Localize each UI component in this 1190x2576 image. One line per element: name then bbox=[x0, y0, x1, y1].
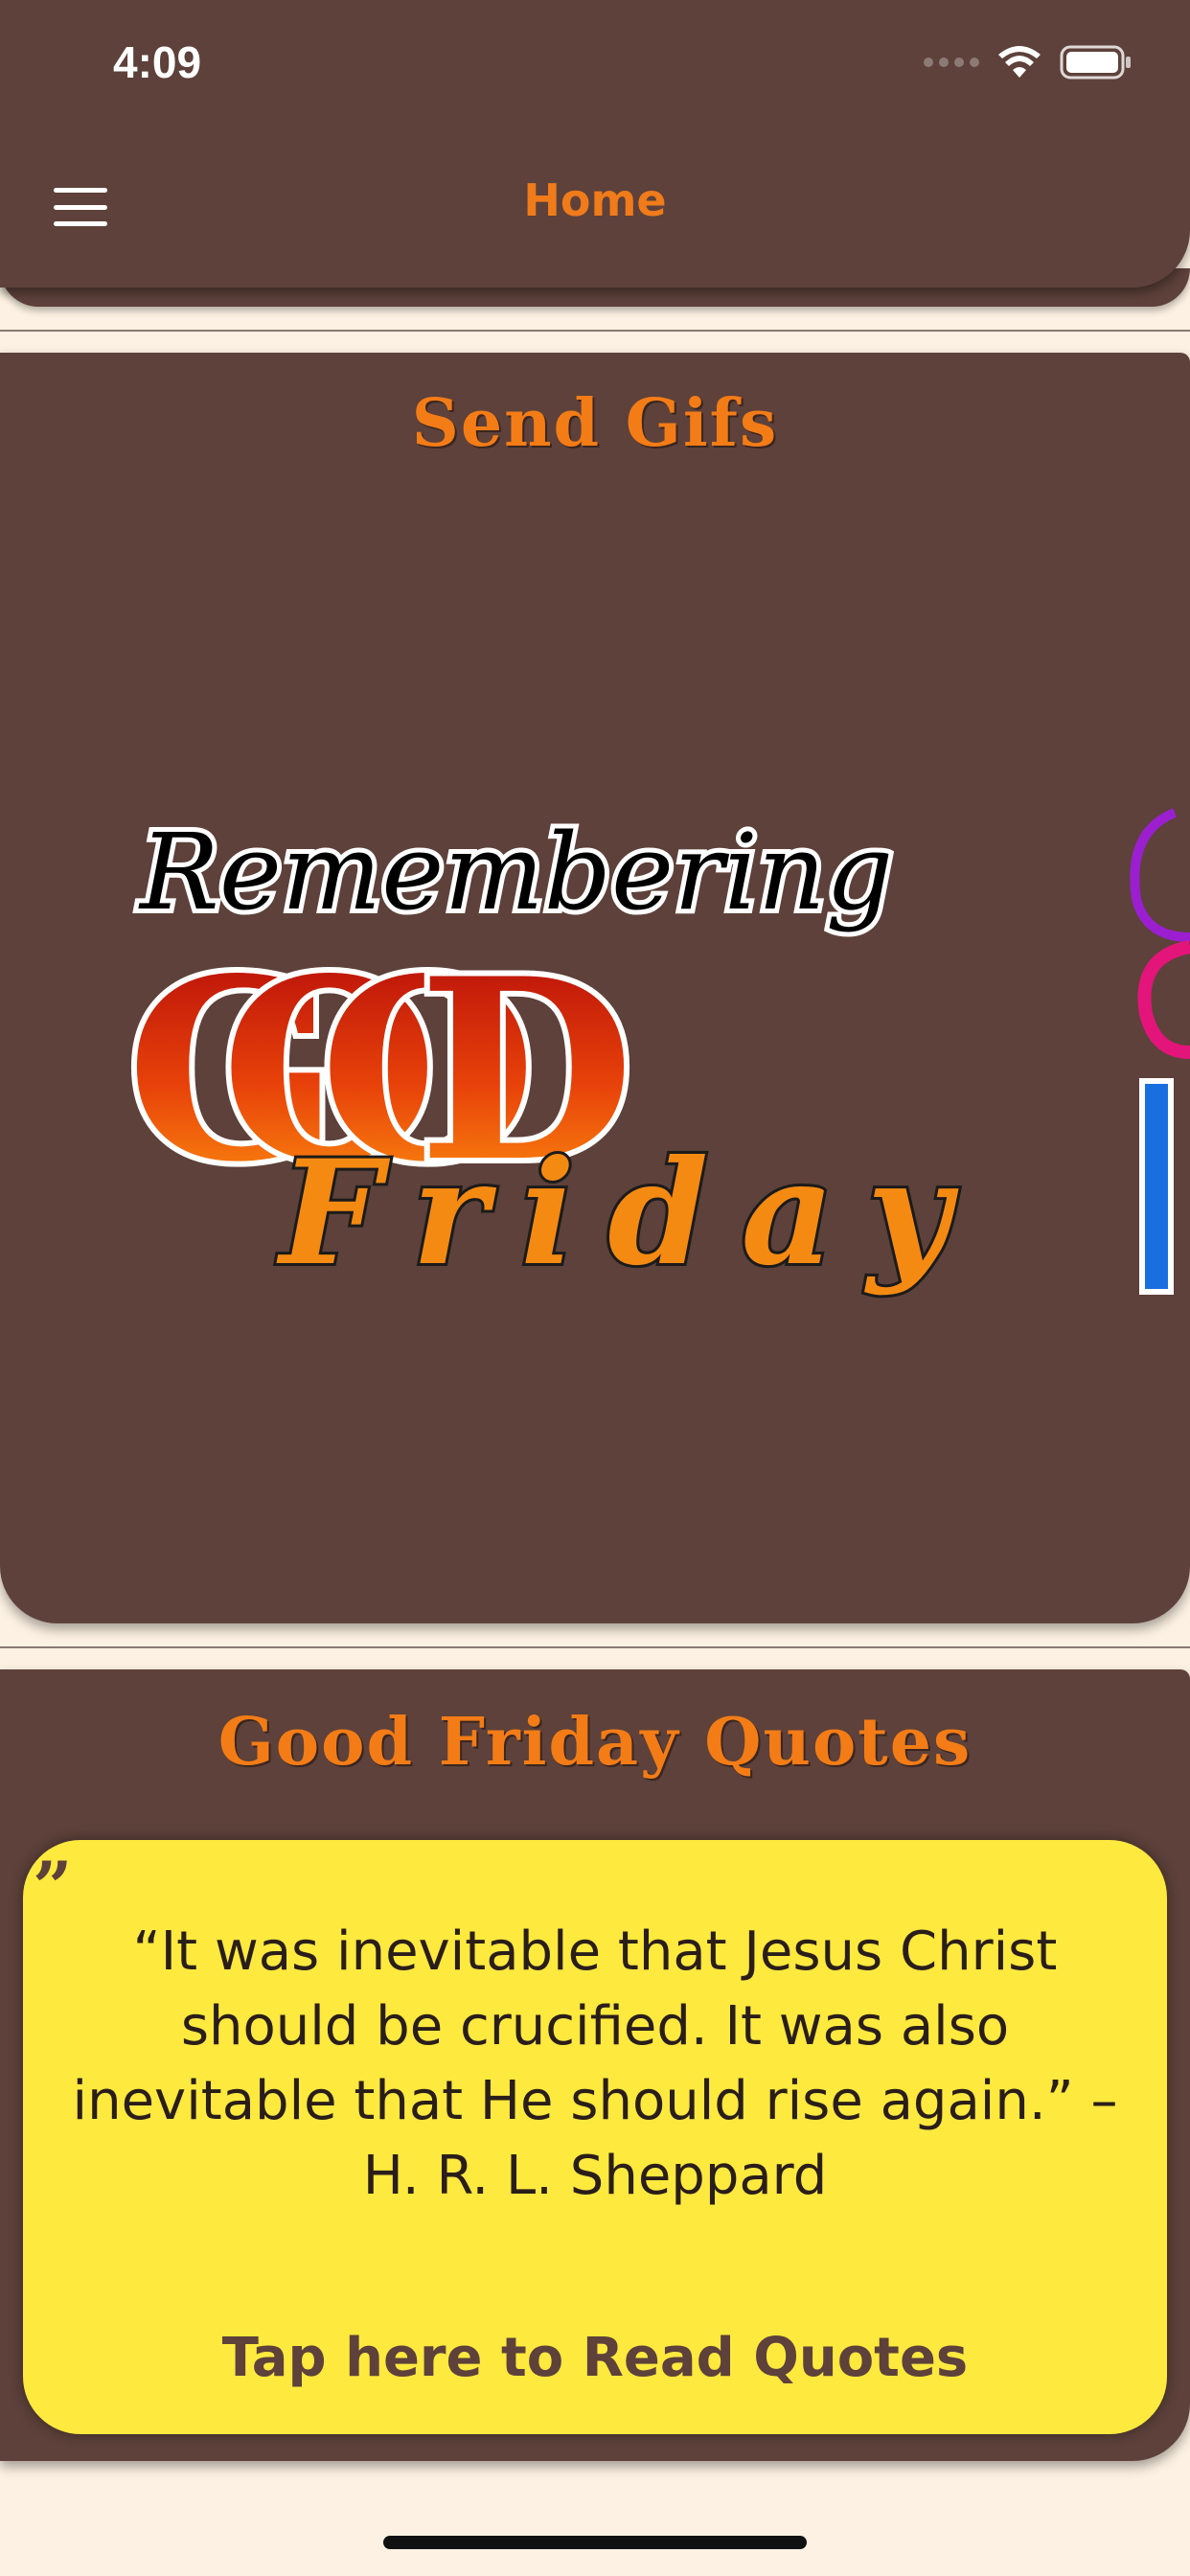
quotes-card: Good Friday Quotes ” “It was inevitable … bbox=[0, 1669, 1190, 2461]
signal-icon bbox=[924, 58, 979, 67]
send-gifs-title[interactable]: Send Gifs bbox=[0, 385, 1190, 462]
gif-text-friday: Friday bbox=[276, 1129, 959, 1298]
wifi-icon bbox=[998, 46, 1041, 78]
next-gif-peek[interactable] bbox=[1108, 794, 1190, 1311]
divider bbox=[0, 330, 1190, 332]
remembering-good-friday-gif[interactable]: Remembering GOOD Friday bbox=[107, 794, 985, 1311]
quote-text: “It was inevitable that Jesus Christ sho… bbox=[72, 1920, 1118, 2207]
battery-icon bbox=[1060, 45, 1131, 80]
quotes-title[interactable]: Good Friday Quotes bbox=[0, 1704, 1190, 1781]
divider bbox=[0, 1646, 1190, 1648]
home-indicator[interactable] bbox=[383, 2536, 807, 2549]
send-gifs-card: Send Gifs Remembering GOOD Friday bbox=[0, 353, 1190, 1623]
page-title: Home bbox=[523, 174, 667, 226]
read-quotes-link[interactable]: Tap here to Read Quotes bbox=[23, 2327, 1167, 2389]
status-icons bbox=[924, 44, 1133, 80]
gif-text-remembering: Remembering bbox=[138, 811, 893, 933]
app-header: 4:09 Home bbox=[0, 0, 1190, 288]
status-time: 4:09 bbox=[113, 37, 202, 87]
quote-box[interactable]: ” “It was inevitable that Jesus Christ s… bbox=[23, 1840, 1167, 2434]
